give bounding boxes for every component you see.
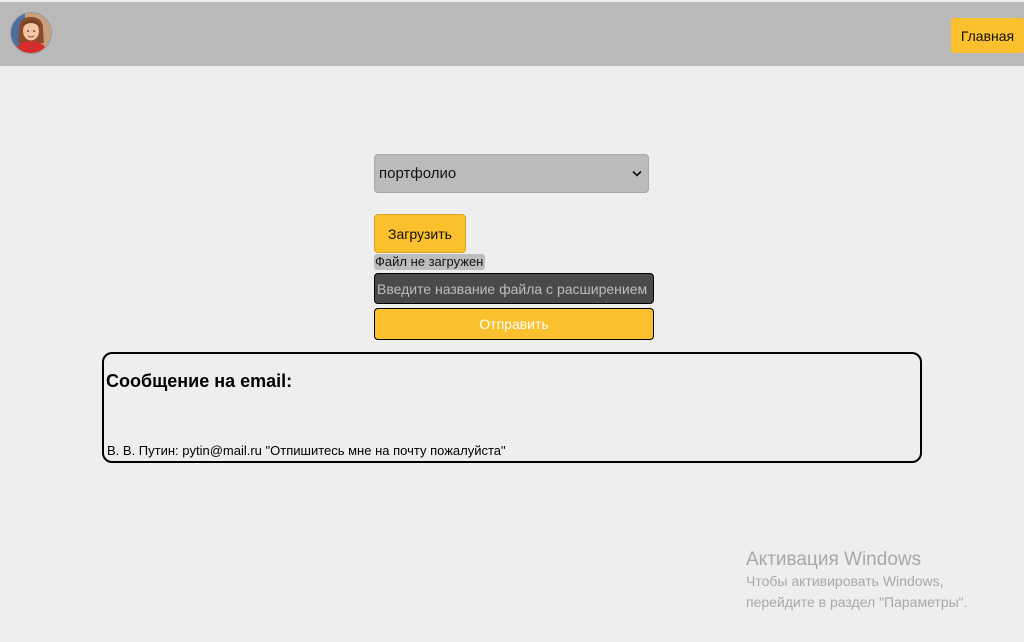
page: Главная портфолио Загрузить Файл не загр… — [0, 0, 1024, 642]
file-status-label: Файл не загружен — [374, 254, 486, 270]
user-photo-icon — [11, 13, 51, 53]
avatar[interactable] — [10, 12, 52, 54]
windows-activation-watermark: Активация Windows Чтобы активировать Win… — [746, 549, 968, 613]
email-message-box: Сообщение на email: В. В. Путин: pytin@m… — [102, 352, 922, 463]
filename-input[interactable] — [374, 273, 654, 304]
category-select-value: портфолио — [379, 165, 457, 182]
watermark-line-1: Чтобы активировать Windows, — [746, 573, 944, 589]
top-navbar: Главная — [0, 2, 1024, 66]
message-title: Сообщение на email: — [106, 371, 293, 391]
chevron-down-icon — [632, 170, 642, 177]
message-text: В. В. Путин: pytin@mail.ru "Отпишитесь м… — [107, 443, 506, 458]
category-select[interactable]: портфолио — [374, 154, 649, 193]
send-button[interactable]: Отправить — [374, 308, 654, 340]
upload-button[interactable]: Загрузить — [374, 214, 466, 253]
watermark-title: Активация Windows — [746, 549, 922, 570]
watermark-line-2: перейдите в раздел "Параметры". — [746, 594, 968, 610]
home-button[interactable]: Главная — [951, 18, 1024, 53]
